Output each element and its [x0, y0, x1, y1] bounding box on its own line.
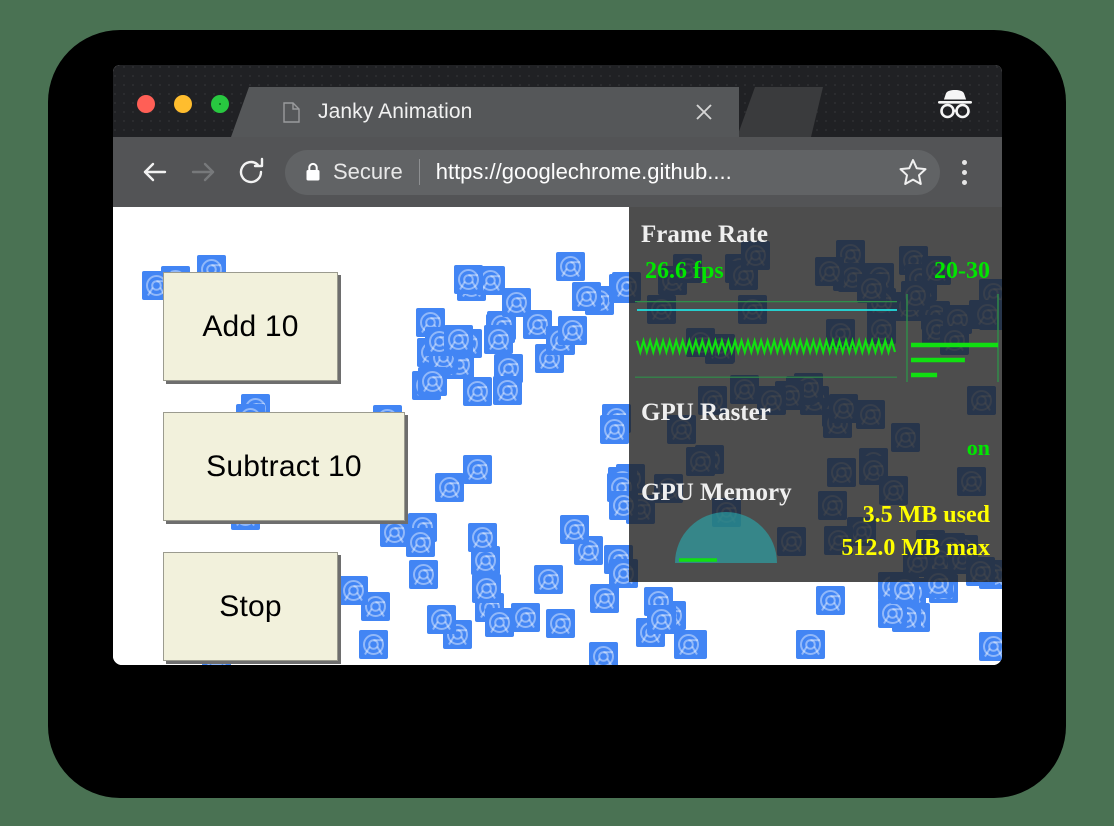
- maximize-window-button[interactable]: [211, 95, 229, 113]
- chrome-logo-icon: [380, 518, 409, 547]
- browser-toolbar: Secure https://googlechrome.github....: [113, 137, 1002, 207]
- gpu-memory-gauge: [671, 505, 781, 567]
- frame-rate-current-value: 26.6 fps: [645, 258, 724, 285]
- chrome-logo-icon: [572, 282, 601, 311]
- gpu-memory-max-value: 512.0 MB max: [841, 535, 990, 562]
- gpu-memory-used-value: 3.5 MB used: [863, 502, 990, 529]
- button-label: Subtract 10: [206, 450, 362, 484]
- chrome-logo-icon: [409, 560, 438, 589]
- chrome-logo-icon: [590, 584, 619, 613]
- chrome-logo-icon: [406, 528, 435, 557]
- chrome-logo-icon: [472, 574, 501, 603]
- chrome-logo-icon: [796, 630, 825, 659]
- chrome-logo-icon: [647, 605, 676, 634]
- close-icon[interactable]: [693, 101, 715, 123]
- menu-dot: [962, 160, 967, 165]
- address-bar[interactable]: Secure https://googlechrome.github....: [285, 150, 940, 195]
- chrome-logo-icon: [546, 609, 575, 638]
- tab-strip: Janky Animation: [113, 65, 1002, 137]
- menu-dot: [962, 170, 967, 175]
- chrome-logo-icon: [560, 515, 589, 544]
- chrome-logo-icon: [435, 473, 464, 502]
- chrome-logo-icon: [502, 288, 531, 317]
- incognito-icon[interactable]: [926, 81, 984, 127]
- lock-icon: [305, 162, 321, 182]
- chrome-logo-icon: [979, 632, 1002, 661]
- button-label: Stop: [219, 590, 282, 624]
- gpu-raster-value: on: [967, 435, 990, 461]
- chrome-logo-icon: [484, 325, 513, 354]
- chrome-logo-icon: [454, 265, 483, 294]
- security-status-label: Secure: [333, 159, 403, 185]
- chrome-logo-icon: [534, 565, 563, 594]
- chrome-logo-icon: [556, 252, 585, 281]
- chrome-logo-icon: [511, 603, 540, 632]
- gpu-raster-heading: GPU Raster: [641, 399, 771, 427]
- chrome-logo-icon: [816, 586, 845, 615]
- chrome-logo-icon: [463, 455, 492, 484]
- page-viewport: Add 10 Subtract 10 Stop Frame Rate 26.6 …: [113, 207, 1002, 665]
- frame-rate-heading: Frame Rate: [641, 221, 768, 249]
- window-controls: [137, 95, 229, 113]
- chrome-logo-icon: [493, 376, 522, 405]
- minimize-window-button[interactable]: [174, 95, 192, 113]
- gauge-dome: [675, 512, 777, 563]
- menu-dot: [962, 180, 967, 185]
- chrome-logo-icon: [444, 325, 473, 354]
- chrome-logo-icon: [468, 523, 497, 552]
- document-icon: [283, 102, 300, 123]
- chrome-logo-icon: [485, 608, 514, 637]
- stop-button[interactable]: Stop: [163, 552, 338, 661]
- chrome-logo-icon: [463, 377, 492, 406]
- tab-title: Janky Animation: [318, 100, 472, 124]
- star-icon[interactable]: [894, 153, 932, 191]
- subtract-10-button[interactable]: Subtract 10: [163, 412, 405, 521]
- frame-rate-trace: [637, 341, 895, 352]
- frame-rate-graph: [635, 294, 1000, 382]
- chrome-logo-icon: [359, 630, 388, 659]
- forward-arrow-icon: [179, 148, 227, 196]
- chrome-logo-icon: [600, 415, 629, 444]
- close-window-button[interactable]: [137, 95, 155, 113]
- three-dot-menu-icon[interactable]: [944, 150, 984, 194]
- fps-performance-overlay: Frame Rate 26.6 fps 20-30 GPU Raster on …: [629, 207, 1002, 582]
- back-arrow-icon[interactable]: [131, 148, 179, 196]
- reload-icon[interactable]: [227, 148, 275, 196]
- divider: [419, 159, 420, 185]
- add-10-button[interactable]: Add 10: [163, 272, 338, 381]
- button-label: Add 10: [202, 310, 298, 344]
- chrome-logo-icon: [558, 316, 587, 345]
- gpu-memory-heading: GPU Memory: [641, 479, 792, 507]
- chrome-logo-icon: [339, 576, 368, 605]
- chrome-logo-icon: [674, 630, 703, 659]
- chrome-logo-icon: [427, 605, 456, 634]
- browser-window: Janky Animation: [113, 65, 1002, 665]
- chrome-logo-icon: [589, 642, 618, 665]
- browser-tab-janky-animation[interactable]: Janky Animation: [231, 87, 739, 137]
- chrome-logo-icon: [418, 367, 447, 396]
- url-input[interactable]: https://googlechrome.github....: [436, 159, 894, 185]
- new-tab-button[interactable]: [737, 87, 823, 137]
- frame-rate-range-value: 20-30: [934, 258, 990, 285]
